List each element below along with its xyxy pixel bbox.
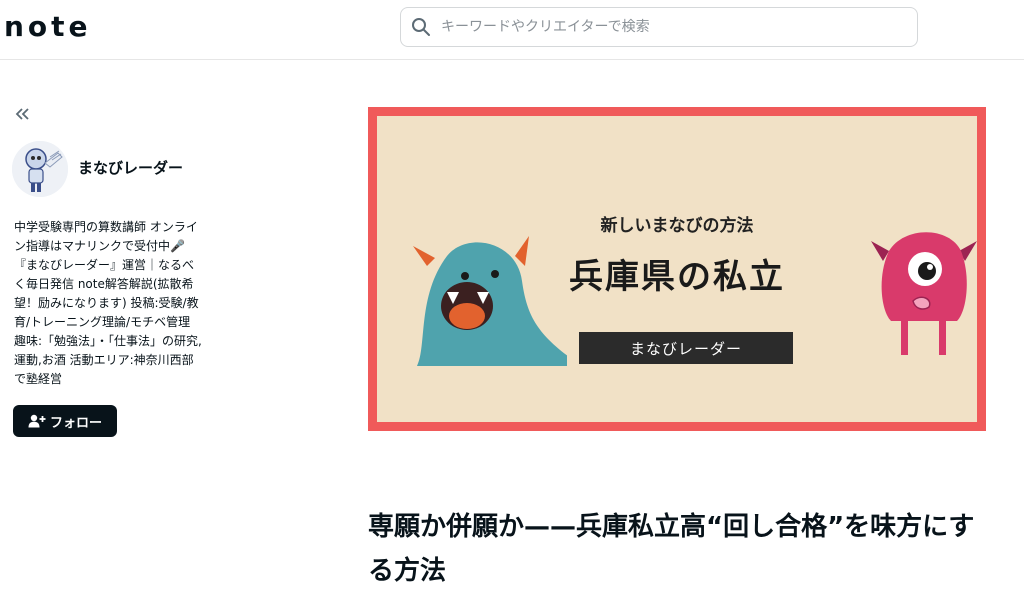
- collapse-sidebar-button[interactable]: [14, 105, 36, 127]
- search-icon: [412, 18, 430, 36]
- search-input[interactable]: [441, 8, 901, 46]
- article-eyecatch-image[interactable]: 新しいまなびの方法 兵庫県の私立 まなびレーダー: [368, 107, 986, 431]
- robot-avatar-icon: [12, 141, 68, 197]
- creator-bio: 中学受験専門の算数講師 オンライン指導はマナリンクで受付中🎤 『まなびレーダー』…: [14, 220, 202, 386]
- creator-name[interactable]: まなびレーダー: [78, 157, 183, 178]
- follow-button[interactable]: フォロー: [13, 405, 117, 437]
- follow-label: フォロー: [49, 415, 102, 431]
- article-title: 専願か併願か——兵庫私立高“回し合格”を味方にする方法: [368, 512, 975, 586]
- top-header: note: [0, 0, 1024, 60]
- double-chevron-left-icon: [15, 108, 29, 120]
- eyecatch-inner: 新しいまなびの方法 兵庫県の私立 まなびレーダー: [377, 116, 977, 422]
- add-user-icon: [28, 414, 46, 428]
- search-box[interactable]: [400, 7, 918, 47]
- pink-monster-illustration: [871, 232, 977, 355]
- note-logo[interactable]: note: [4, 10, 92, 43]
- eyecatch-brand-band: まなびレーダー: [579, 332, 793, 364]
- creator-avatar[interactable]: [12, 141, 68, 197]
